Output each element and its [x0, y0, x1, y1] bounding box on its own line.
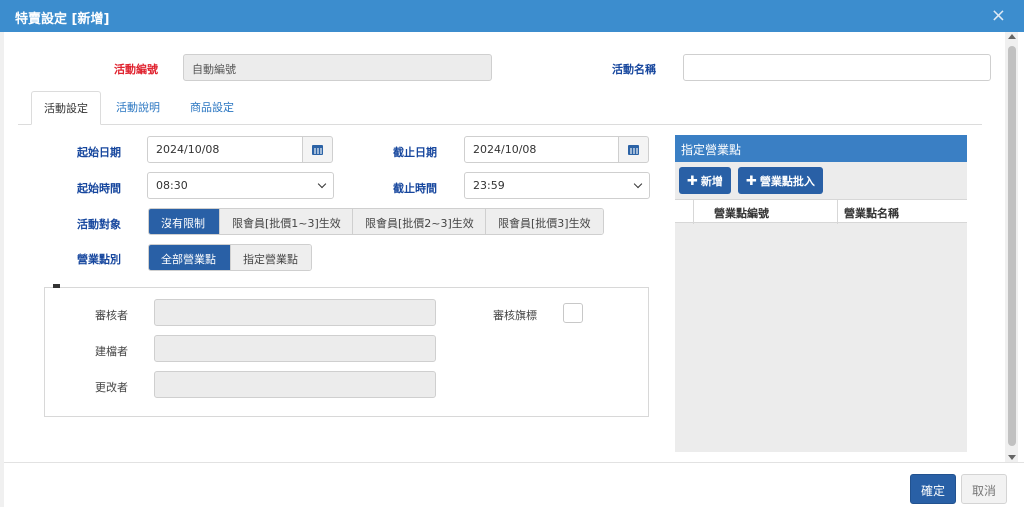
activity-name-label: 活動名稱	[612, 63, 656, 76]
creator-label: 建檔者	[95, 345, 128, 358]
chevron-down-icon	[317, 179, 327, 189]
target-option-member-3[interactable]: 限會員[批價3]生效	[486, 209, 603, 234]
tab-activity-settings[interactable]: 活動設定	[31, 91, 101, 125]
target-option-member-1-3[interactable]: 限會員[批價1~3]生效	[220, 209, 353, 234]
creator-field	[154, 335, 436, 362]
calendar-icon	[312, 144, 323, 155]
target-segmented-control: 沒有限制 限會員[批價1~3]生效 限會員[批價2~3]生效 限會員[批價3]生…	[148, 208, 604, 235]
scroll-down-icon[interactable]	[1008, 455, 1016, 460]
calendar-icon	[628, 144, 639, 155]
modifier-label: 更改者	[95, 381, 128, 394]
activity-id-field: 自動編號	[183, 54, 492, 81]
add-store-button[interactable]: ✚ 新增	[679, 167, 731, 194]
target-option-no-limit[interactable]: 沒有限制	[149, 209, 220, 234]
target-label: 活動對象	[77, 218, 121, 231]
activity-name-input[interactable]	[683, 54, 991, 81]
end-time-select[interactable]: 23:59	[464, 172, 650, 199]
plus-icon: ✚	[746, 174, 757, 189]
footer-divider	[4, 462, 1024, 463]
start-date-label: 起始日期	[77, 146, 121, 159]
batch-add-store-label: 營業點批入	[759, 175, 815, 188]
start-time-select[interactable]: 08:30	[147, 172, 334, 199]
store-panel: 指定營業點 ✚ 新增 ✚ 營業點批入 營業點編號 營業點名稱	[675, 135, 967, 452]
add-store-label: 新增	[700, 175, 723, 188]
vertical-scrollbar[interactable]	[1005, 32, 1018, 462]
tab-activity-description[interactable]: 活動說明	[104, 91, 172, 125]
end-time-value: 23:59	[473, 179, 505, 192]
start-date-input[interactable]: 2024/10/08	[147, 136, 303, 163]
tab-bar: 活動設定 活動說明 商品設定	[18, 91, 982, 125]
dialog-title: 特賣設定 [新增]	[15, 12, 110, 27]
start-time-label: 起始時間	[77, 182, 121, 195]
activity-id-label: 活動編號	[114, 63, 158, 76]
start-time-value: 08:30	[156, 179, 188, 192]
scrollbar-thumb[interactable]	[1008, 46, 1016, 446]
tab-product-settings[interactable]: 商品設定	[178, 91, 246, 125]
store-panel-title: 指定營業點	[675, 135, 967, 162]
close-icon[interactable]: ×	[991, 5, 1006, 26]
modifier-field	[154, 371, 436, 398]
store-grid-header: 營業點編號 營業點名稱	[675, 199, 967, 224]
review-flag-checkbox[interactable]	[563, 303, 583, 323]
dialog-titlebar: 特賣設定 [新增] ×	[0, 0, 1024, 32]
column-store-code[interactable]: 營業點編號	[693, 200, 837, 224]
dialog-left-edge	[0, 32, 4, 507]
review-flag-label: 審核旗標	[493, 309, 537, 322]
reviewer-field	[154, 299, 436, 326]
store-type-option-all[interactable]: 全部營業點	[149, 245, 231, 270]
end-date-label: 截止日期	[393, 146, 437, 159]
cancel-button[interactable]: 取消	[961, 474, 1007, 504]
confirm-button[interactable]: 確定	[910, 474, 956, 504]
reviewer-label: 審核者	[95, 309, 128, 322]
store-type-option-specific[interactable]: 指定營業點	[231, 245, 311, 270]
store-type-label: 營業點別	[77, 253, 121, 266]
column-store-name[interactable]: 營業點名稱	[837, 200, 967, 224]
scroll-up-icon[interactable]	[1008, 34, 1016, 39]
end-date-picker-button[interactable]	[618, 136, 649, 163]
plus-icon: ✚	[687, 174, 698, 189]
target-option-member-2-3[interactable]: 限會員[批價2~3]生效	[353, 209, 486, 234]
end-time-label: 截止時間	[393, 182, 437, 195]
batch-add-store-button[interactable]: ✚ 營業點批入	[738, 167, 823, 194]
start-date-picker-button[interactable]	[302, 136, 333, 163]
chevron-down-icon	[633, 179, 643, 189]
fieldset-legend-mark	[53, 284, 60, 288]
grid-select-column	[675, 200, 693, 224]
store-type-segmented-control: 全部營業點 指定營業點	[148, 244, 312, 271]
end-date-input[interactable]: 2024/10/08	[464, 136, 619, 163]
